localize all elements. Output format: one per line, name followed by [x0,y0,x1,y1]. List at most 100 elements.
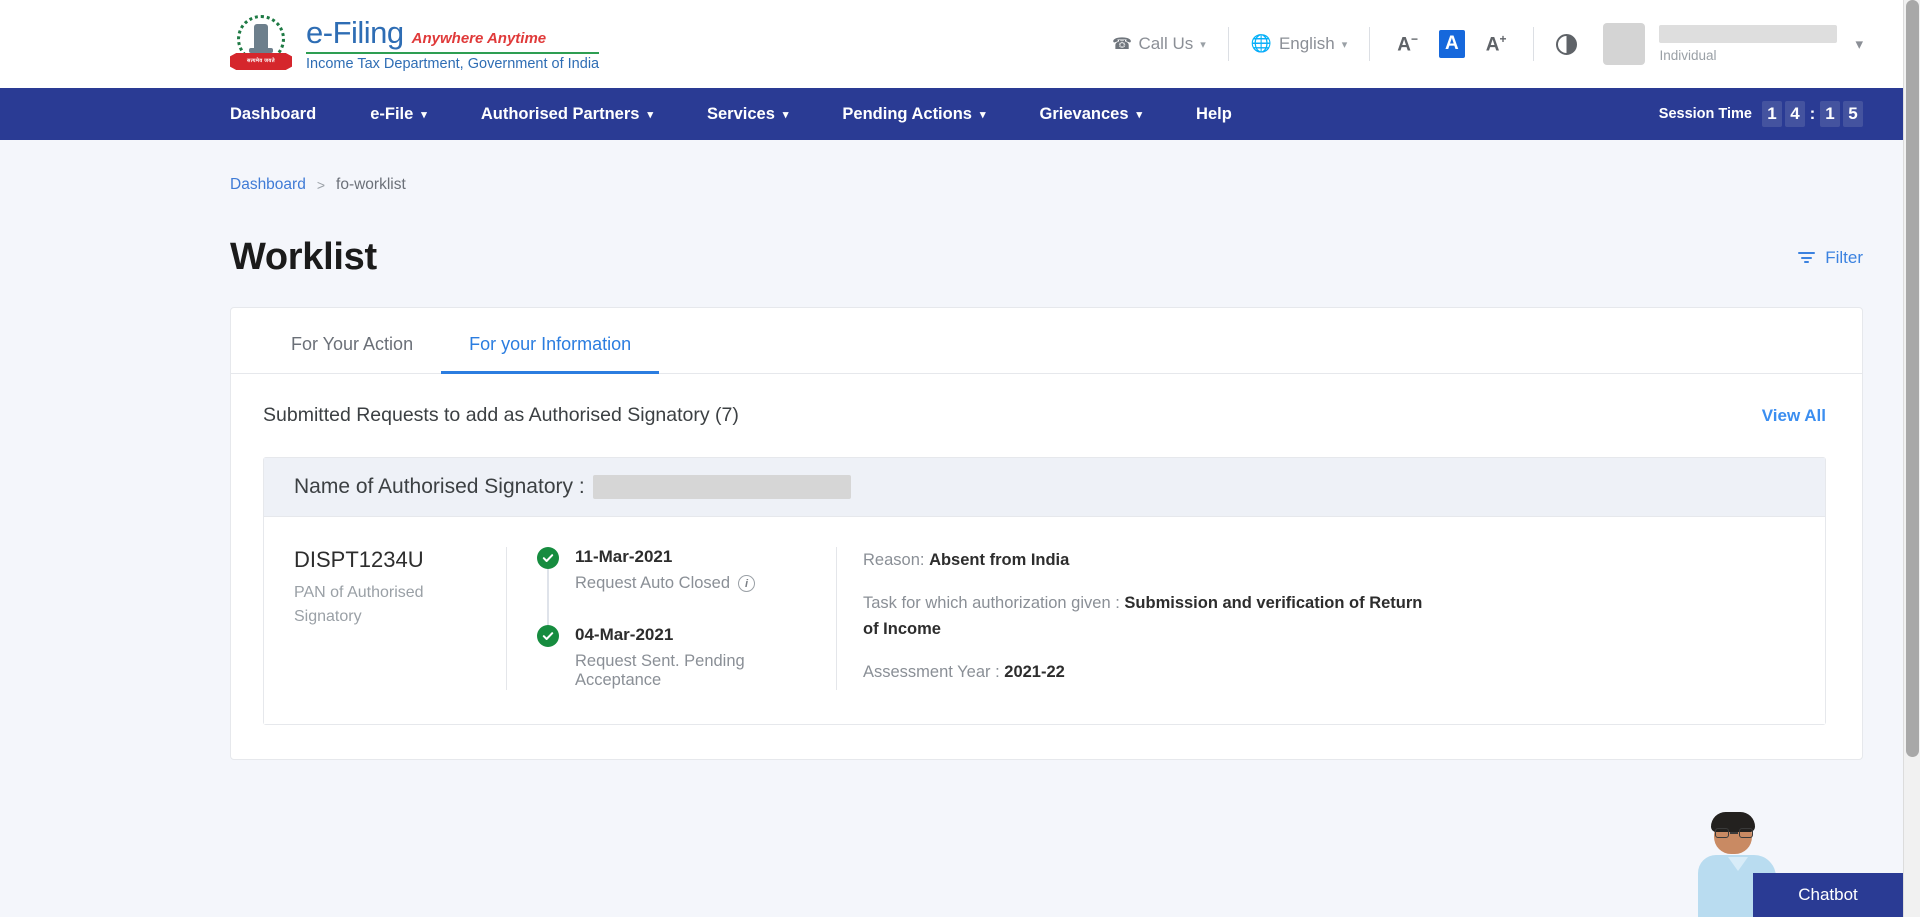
worklist-tabs: For Your Action For your Information [231,308,1862,374]
timeline-item: 11-Mar-2021 Request Auto Closed i [537,547,810,631]
timeline-item: 04-Mar-2021 Request Sent. Pending Accept… [537,625,810,690]
globe-icon: 🌐 [1250,34,1272,53]
timeline-connector [547,569,549,631]
language-selector[interactable]: 🌐 English ▾ [1251,34,1347,54]
phone-icon: ☎ [1111,36,1132,53]
timeline-marker [537,547,559,631]
chatbot-label: Chatbot [1798,885,1858,904]
detail-label: Reason: [863,551,925,569]
call-us-label: Call Us [1138,34,1194,53]
brand-wordmark: e-Filing Anywhere Anytime Income Tax Dep… [306,14,600,72]
session-colon: : [1809,104,1816,123]
user-name-redacted [1659,25,1838,43]
divider [1369,27,1371,61]
nav-label: Authorised Partners [480,104,640,123]
page-title: Worklist [230,236,377,278]
chevron-down-icon: ▾ [421,108,427,121]
worklist-card: For Your Action For your Information Sub… [230,307,1863,760]
request-details: Reason: Absent from India Task for which… [836,547,1795,690]
detail-reason: Reason: Absent from India [863,547,1423,574]
nav-item-help[interactable]: Help [1196,105,1232,124]
view-all-link[interactable]: View All [1762,406,1826,426]
chevron-down-icon: ▾ [1136,108,1143,121]
detail-task: Task for which authorization given : Sub… [863,590,1423,643]
detail-value: 2021-22 [1004,663,1065,682]
breadcrumb: Dashboard > fo-worklist [230,140,1863,194]
page-root: सत्यमेव जयते e-Filing Anywhere Anytime I… [0,0,1903,917]
call-us-menu[interactable]: ☎ Call Us ▾ [1112,34,1206,54]
site-logo[interactable]: सत्यमेव जयते e-Filing Anywhere Anytime I… [230,13,600,75]
timeline-date: 04-Mar-2021 [575,625,674,644]
session-digit: 4 [1785,101,1805,127]
chatbot-widget[interactable]: Chatbot [1688,812,1903,917]
brand-tagline: Anywhere Anytime [411,29,547,47]
user-profile-menu[interactable]: Individual ▾ [1603,23,1863,65]
main-navigation: Dashboard e-File ▾ Authorised Partners ▾… [0,88,1903,140]
nav-label: Grievances [1039,104,1129,123]
chevron-down-icon: ▾ [1341,38,1348,51]
pan-label: PAN of Authorised Signatory [294,584,424,625]
session-timer-label: Session Time [1658,106,1752,122]
section-title: Submitted Requests to add as Authorised … [263,404,739,426]
avatar [1603,23,1646,65]
session-digit: 1 [1820,101,1840,127]
site-header: सत्यमेव जयते e-Filing Anywhere Anytime I… [0,0,1903,88]
filter-button[interactable]: Filter [1798,248,1863,268]
tab-label: For Your Action [291,334,414,354]
font-normal-button[interactable]: A [1438,29,1465,58]
session-timer: Session Time 1 4 : 1 5 [1659,101,1863,127]
nav-label: e-File [370,104,414,123]
scrollbar-thumb[interactable] [1906,0,1919,757]
signatory-name-redacted [592,475,851,499]
font-increase-button[interactable]: A+ [1481,30,1512,58]
divider [1227,27,1229,61]
request-card: Name of Authorised Signatory : DISPT1234… [263,457,1826,725]
check-circle-icon [537,625,559,647]
nav-item-authorised-partners[interactable]: Authorised Partners ▾ [481,105,653,124]
page-content: Dashboard > fo-worklist Worklist Filter … [0,140,1903,760]
emblem-motto: सत्यमेव जयते [247,58,275,64]
pan-value: DISPT1234U [294,547,424,572]
timeline-status-row: Request Sent. Pending Acceptance [575,652,810,690]
nav-item-services[interactable]: Services ▾ [707,105,788,124]
nav-item-dashboard[interactable]: Dashboard [230,105,316,124]
detail-label: Assessment Year : [863,663,1000,682]
language-label: English [1278,34,1335,53]
session-timer-digits: 1 4 : 1 5 [1762,101,1863,127]
chatbot-button[interactable]: Chatbot [1753,873,1903,917]
brand-subtitle: Income Tax Department, Government of Ind… [306,51,600,72]
chevron-down-icon: ▾ [782,108,789,121]
nav-item-grievances[interactable]: Grievances ▾ [1040,105,1143,124]
chevron-down-icon: ▾ [647,108,653,121]
breadcrumb-link-dashboard[interactable]: Dashboard [230,176,306,194]
session-digit: 5 [1843,101,1863,127]
brand-name: e-Filing [306,14,404,50]
nav-item-efile[interactable]: e-File ▾ [370,105,427,124]
font-decrease-button[interactable]: A− [1392,30,1423,58]
tab-label: For your Information [469,334,632,354]
chevron-down-icon: ▾ [979,108,986,121]
session-digit: 1 [1762,101,1782,127]
header-utilities: ☎ Call Us ▾ 🌐 English ▾ A− A A+ Individu… [1112,23,1863,65]
contrast-toggle-icon[interactable] [1556,33,1578,55]
request-card-body: DISPT1234U PAN of Authorised Signatory 1… [264,517,1825,724]
tab-for-your-information[interactable]: For your Information [441,308,660,374]
filter-label: Filter [1825,247,1863,267]
detail-label: Task for which authorization given : [863,593,1120,612]
timeline-status-row: Request Auto Closed i [575,574,756,593]
section-header: Submitted Requests to add as Authorised … [231,374,1862,427]
browser-viewport: सत्यमेव जयते e-Filing Anywhere Anytime I… [0,0,1920,917]
detail-value: Absent from India [929,551,1070,569]
timeline-date: 11-Mar-2021 [575,547,673,566]
request-card-header: Name of Authorised Signatory : [264,458,1825,517]
account-type-label: Individual [1659,48,1717,63]
breadcrumb-separator-icon: > [316,177,326,193]
check-circle-icon [537,547,559,569]
tab-for-your-action[interactable]: For Your Action [263,308,441,374]
info-icon[interactable]: i [738,575,756,592]
filter-icon [1798,252,1816,263]
detail-assessment-year: Assessment Year : 2021-22 [863,659,1423,686]
timeline-status: Request Sent. Pending Acceptance [575,652,745,689]
page-scrollbar[interactable] [1903,0,1920,917]
nav-item-pending-actions[interactable]: Pending Actions ▾ [842,105,985,124]
